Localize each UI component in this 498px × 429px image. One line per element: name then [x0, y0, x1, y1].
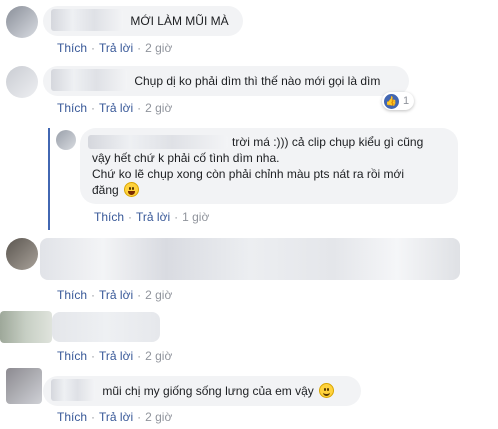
comment-actions: Thích · Trả lời · 2 giờ [57, 101, 173, 115]
like-link[interactable]: Thích [57, 288, 87, 302]
like-link[interactable]: Thích [57, 349, 87, 363]
avatar[interactable] [0, 311, 52, 343]
reaction-summary[interactable]: 👍 1 [382, 92, 415, 110]
comment-bubble: mũi chị my giống sống lưng của em vậy [43, 376, 361, 406]
reply-text-line3: Chứ ko lẽ chụp xong còn phải chỉnh màu p… [92, 167, 405, 181]
comment-time[interactable]: 2 giờ [145, 349, 172, 363]
comment-bubble: Chụp dị ko phải dìm thì thế nào mới gọi … [43, 66, 409, 96]
blurred-comment [40, 238, 460, 280]
reply-link[interactable]: Trả lời [99, 349, 133, 363]
comment-actions: Thích · Trả lời · 1 giờ [94, 210, 210, 224]
comment-actions: Thích · Trả lời · 2 giờ [57, 288, 173, 302]
commenter-name[interactable] [51, 379, 95, 401]
comment-time[interactable]: 2 giờ [145, 101, 172, 115]
like-link[interactable]: Thích [57, 101, 87, 115]
like-link[interactable]: Thích [57, 41, 87, 55]
reply-link[interactable]: Trả lời [99, 101, 133, 115]
comment-actions: Thích · Trả lời · 2 giờ [57, 410, 173, 424]
reply-text-line2: vậy hết chứ k phải cố tình dìm nha. [92, 151, 280, 165]
comment-text: mũi chị my giống sống lưng của em vậy [102, 384, 314, 399]
reply-thread-line [48, 128, 50, 230]
reply-link[interactable]: Trả lời [136, 210, 170, 224]
comment-time[interactable]: 2 giờ [145, 288, 172, 302]
comment-time[interactable]: 2 giờ [145, 41, 172, 55]
comment-text: MỚI LÀM MŨI MÀ [130, 14, 229, 29]
commenter-name[interactable] [51, 9, 123, 31]
laughing-emoji-icon [124, 182, 140, 197]
comment-actions: Thích · Trả lời · 2 giờ [57, 41, 173, 55]
commenter-name[interactable] [51, 69, 127, 91]
like-icon: 👍 [384, 93, 399, 109]
smiling-emoji-icon [319, 383, 335, 399]
avatar[interactable] [56, 130, 76, 150]
commenter-name[interactable] [88, 134, 228, 149]
reaction-count: 1 [403, 95, 410, 107]
comment-bubble: MỚI LÀM MŨI MÀ [43, 6, 243, 36]
comment-actions: Thích · Trả lời · 2 giờ [57, 349, 173, 363]
avatar[interactable] [6, 66, 38, 98]
comment-time[interactable]: 2 giờ [145, 410, 172, 424]
reply-bubble: trời má :))) cả clip chụp kiểu gì cũng v… [80, 128, 458, 204]
reply-text-line1: trời má :))) cả clip chụp kiểu gì cũng [232, 135, 424, 149]
reply-link[interactable]: Trả lời [99, 288, 133, 302]
comment-text: Chụp dị ko phải dìm thì thế nào mới gọi … [134, 74, 381, 89]
blurred-comment [52, 312, 160, 342]
avatar[interactable] [6, 6, 38, 38]
reply-text-line4: đăng [92, 183, 119, 197]
reply-link[interactable]: Trả lời [99, 410, 133, 424]
like-link[interactable]: Thích [57, 410, 87, 424]
reply-link[interactable]: Trả lời [99, 41, 133, 55]
comment-time[interactable]: 1 giờ [182, 210, 209, 224]
avatar[interactable] [6, 238, 38, 270]
avatar[interactable] [6, 368, 42, 404]
like-link[interactable]: Thích [94, 210, 124, 224]
